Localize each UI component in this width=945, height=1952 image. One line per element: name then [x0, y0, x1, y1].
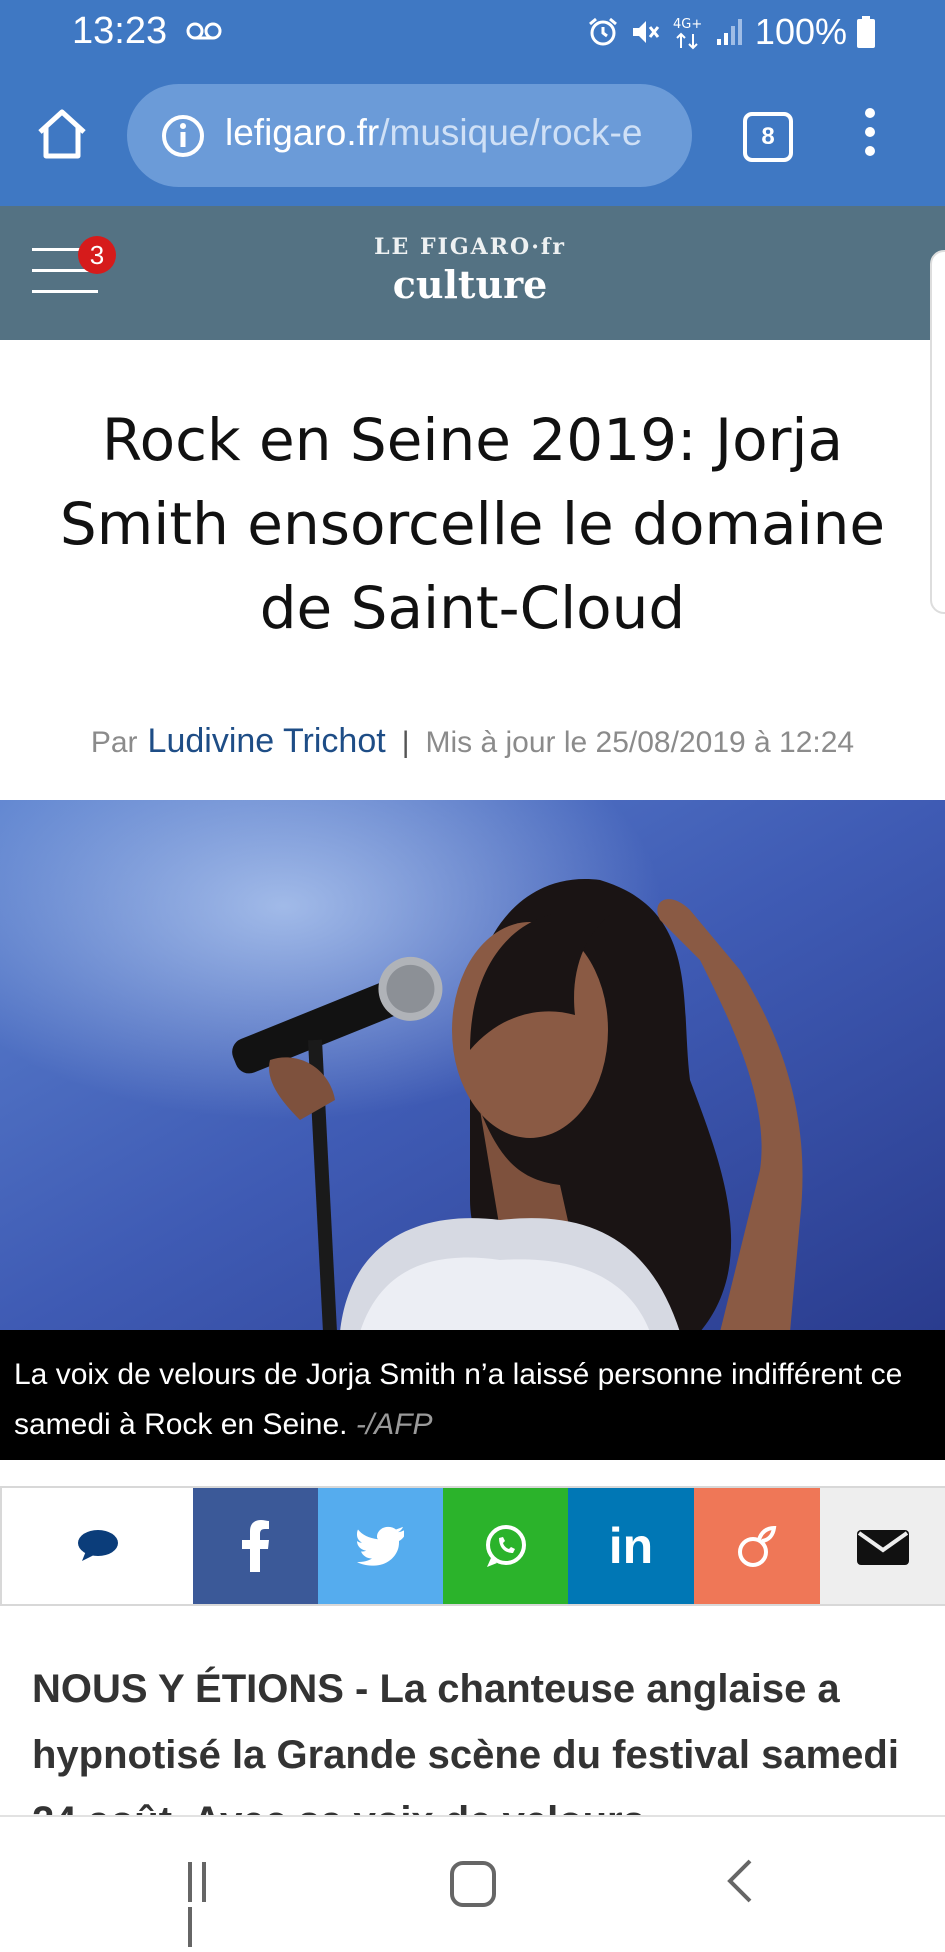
author-link[interactable]: Ludivine Trichot [148, 722, 386, 760]
signal-icon [716, 19, 742, 45]
status-time: 13:23 [72, 10, 168, 52]
battery-percentage: 100% [754, 11, 847, 52]
android-nav-bar [0, 1815, 945, 1947]
url-domain: lefigaro.fr [225, 112, 380, 153]
photo-caption: La voix de velours de Jorja Smith n’a la… [0, 1330, 945, 1460]
comments-button[interactable] [0, 1488, 193, 1604]
mute-icon [632, 21, 660, 43]
url-text[interactable]: lefigaro.fr/musique/rock-e [225, 112, 675, 154]
address-bar[interactable]: lefigaro.fr/musique/rock-e [127, 84, 692, 187]
logo-top: LE FIGARO·fr [374, 234, 566, 260]
battery-icon [857, 16, 875, 48]
home-icon[interactable] [32, 104, 92, 164]
recents-icon[interactable] [188, 1862, 228, 1947]
status-icons: 4G+ 100% [587, 11, 875, 52]
network-4g-icon: 4G+ [673, 17, 702, 50]
updated-date: Mis à jour le 25/08/2019 à 12:24 [425, 726, 855, 759]
tabs-icon[interactable]: 8 [743, 112, 793, 162]
site-logo[interactable]: LE FIGARO·fr culture [330, 234, 610, 307]
notification-badge: 3 [78, 236, 116, 274]
network-label: 4G+ [673, 17, 702, 32]
status-bar: 13:23 4G+ 100% [0, 0, 945, 64]
article-lead: NOUS Y ÉTIONS - La chanteuse anglaise a … [32, 1667, 899, 1822]
url-path: /musique/rock-e [379, 112, 643, 153]
browser-toolbar: lefigaro.fr/musique/rock-e 8 [0, 64, 945, 270]
singer-photo [0, 800, 945, 1332]
tab-count: 8 [761, 123, 775, 150]
facebook-share-button[interactable] [193, 1488, 318, 1604]
email-icon [856, 1530, 909, 1565]
alarm-icon [588, 17, 617, 46]
twitter-share-button[interactable] [318, 1488, 443, 1604]
info-icon[interactable] [161, 114, 205, 158]
share-bar: in [0, 1486, 945, 1606]
other-share-button[interactable] [694, 1488, 820, 1604]
linkedin-icon: in [608, 1518, 654, 1574]
email-share-button[interactable] [820, 1488, 945, 1604]
whatsapp-share-button[interactable] [443, 1488, 568, 1604]
comment-icon [77, 1530, 118, 1561]
back-icon[interactable] [720, 1857, 760, 1905]
caption-credit: -/AFP [355, 1408, 433, 1441]
facebook-icon [241, 1520, 269, 1572]
article-title: Rock en Seine 2019: Jorja Smith ensorcel… [59, 406, 886, 642]
byline-prefix: Par [90, 726, 138, 759]
logo-section: culture [392, 262, 548, 307]
hero-photo[interactable] [0, 800, 945, 1332]
more-vert-icon[interactable] [860, 108, 880, 162]
share-other-icon [738, 1525, 777, 1567]
site-header: 3 LE FIGARO·fr culture [0, 206, 945, 340]
home-circle-icon[interactable] [450, 1861, 496, 1907]
scroll-handle[interactable] [930, 250, 945, 614]
byline: Par Ludivine Trichot | Mis à jour le 25/08/… [0, 722, 945, 761]
whatsapp-icon [485, 1525, 526, 1567]
caption-text: La voix de velours de Jorja Smith n’a la… [14, 1358, 903, 1441]
twitter-icon [356, 1526, 404, 1566]
linkedin-share-button[interactable]: in [568, 1488, 694, 1604]
byline-separator: | [401, 726, 410, 759]
voicemail-icon [186, 22, 222, 40]
